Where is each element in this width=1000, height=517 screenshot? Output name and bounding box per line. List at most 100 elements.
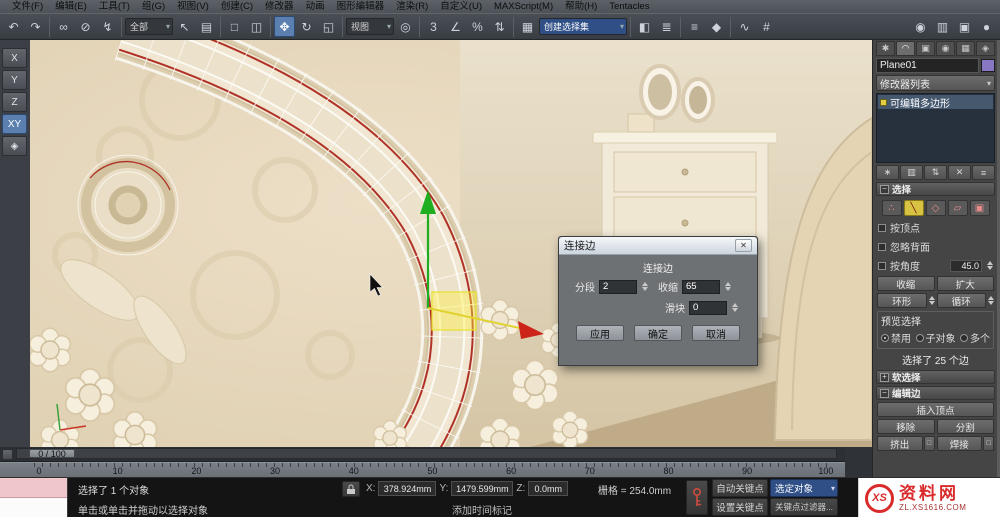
constraint-z-button[interactable]: Z [2,92,27,112]
connect-edges-dialog[interactable]: 连接边 ✕ 连接边 分段 2 收缩 65 滑块 0 应用 确定 取消 [558,236,758,366]
checkbox-icon[interactable] [878,223,886,232]
checkbox-icon[interactable] [878,242,886,251]
listener-macro-row[interactable] [0,478,67,498]
checkbox-icon[interactable] [878,261,886,270]
track-bar[interactable]: 0 10 20 30 40 50 60 70 80 90 100 [0,462,845,477]
rollout-soft-selection-header[interactable]: + 软选择 [876,370,995,384]
ignore-backfacing-checkbox[interactable]: 忽略背面 [876,238,995,255]
named-selection-sets-dropdown[interactable]: 创建选择集 [539,18,627,35]
y-coordinate-field[interactable]: 1479.599mm [451,481,514,496]
constraint-xy-button[interactable]: XY [2,114,27,134]
tab-motion-icon[interactable]: ◉ [936,41,955,56]
ok-button[interactable]: 确定 [634,325,682,341]
close-icon[interactable]: ✕ [735,239,752,252]
show-end-result-icon[interactable]: ▥ [900,165,923,180]
grow-button[interactable]: 扩大 [936,276,994,291]
weld-settings-icon[interactable]: □ [983,436,994,451]
cancel-button[interactable]: 取消 [692,325,740,341]
mirror-icon[interactable]: ◧ [634,16,655,37]
spinner-icon[interactable] [642,282,648,291]
menubar-item[interactable]: MAXScript(M) [488,0,559,13]
x-coordinate-field[interactable]: 378.924mm [378,481,437,496]
select-and-link-icon[interactable]: ∞ [53,16,74,37]
spinner-icon[interactable] [988,296,994,305]
shrink-button[interactable]: 收缩 [877,276,935,291]
tab-create-icon[interactable]: ✱ [876,41,895,56]
element-subobject-icon[interactable]: ▣ [969,200,990,216]
constraint-plane-icon[interactable]: ◈ [2,136,27,156]
select-by-name-icon[interactable]: ▤ [196,16,217,37]
split-button[interactable]: 分割 [936,419,994,434]
spinner-icon[interactable] [725,282,731,291]
apply-button[interactable]: 应用 [576,325,624,341]
pin-stack-icon[interactable]: ∗ [876,165,899,180]
menubar-item[interactable]: 渲染(R) [390,0,434,13]
remove-modifier-icon[interactable]: ✕ [948,165,971,180]
object-name-field[interactable]: Plane01 [876,58,979,73]
redo-icon[interactable]: ↷ [25,16,46,37]
tab-hierarchy-icon[interactable]: ▣ [916,41,935,56]
edge-subobject-icon[interactable]: ╲ [903,200,924,216]
stack-item-editable-poly[interactable]: 可编辑多边形 [878,95,993,110]
align-icon[interactable]: ≣ [656,16,677,37]
angle-snap-icon[interactable]: ∠ [445,16,466,37]
preview-disabled-radio[interactable]: 禁用 [881,330,911,345]
menubar-item[interactable]: 动画 [300,0,331,13]
by-angle-field[interactable]: 45.0 [950,259,982,272]
radio-icon[interactable] [960,333,968,342]
ring-button[interactable]: 环形 [877,293,927,308]
perspective-viewport[interactable]: 连接边 ✕ 连接边 分段 2 收缩 65 滑块 0 应用 确定 取消 [30,40,872,447]
edit-named-sets-icon[interactable]: ▦ [517,16,538,37]
render-production-icon[interactable]: ● [976,16,997,37]
menubar-item[interactable]: 组(G) [136,0,171,13]
maxscript-mini-listener[interactable] [0,478,68,517]
insert-vertex-button[interactable]: 插入顶点 [877,402,994,417]
material-editor-icon[interactable]: ◉ [910,16,931,37]
ribbon-toggle-icon[interactable]: ◆ [706,16,727,37]
menubar-item[interactable]: 创建(C) [215,0,259,13]
curve-editor-icon[interactable]: ∿ [734,16,755,37]
auto-key-button[interactable]: 自动关键点 [712,479,768,497]
menubar-item[interactable]: 修改器 [259,0,300,13]
listener-script-row[interactable] [0,498,67,517]
constraint-x-button[interactable]: X [2,48,27,68]
slide-field[interactable]: 0 [689,300,727,315]
weld-button[interactable]: 焊接 [936,436,982,451]
by-vertex-checkbox[interactable]: 按顶点 [876,219,995,236]
remove-button[interactable]: 移除 [877,419,935,434]
polygon-subobject-icon[interactable]: ▱ [947,200,968,216]
rollout-selection-header[interactable]: − 选择 [876,182,995,196]
rollout-edit-edges-header[interactable]: − 编辑边 [876,386,995,400]
snaps-toggle-icon[interactable]: 3 [423,16,444,37]
rendered-frame-icon[interactable]: ▣ [954,16,975,37]
menubar-item[interactable]: 编辑(E) [49,0,93,13]
reference-coordinate-dropdown[interactable]: 视图 [346,18,394,35]
modifier-stack[interactable]: 可编辑多边形 [876,93,995,163]
by-angle-checkbox[interactable]: 按角度 45.0 [876,257,995,274]
set-keys-icon[interactable] [686,480,708,515]
radio-icon[interactable] [881,333,889,342]
vertex-subobject-icon[interactable]: ∴ [881,200,902,216]
time-slider-handle[interactable]: 0 / 100 [29,449,75,459]
add-time-tag[interactable]: 添加时间标记 [452,502,512,517]
menubar-item[interactable]: Tentacles [603,0,655,13]
extrude-settings-icon[interactable]: □ [923,436,935,451]
make-unique-icon[interactable]: ⇅ [924,165,947,180]
time-slider-left-button[interactable] [2,449,13,460]
rectangular-region-icon[interactable]: □ [224,16,245,37]
selected-set-dropdown[interactable]: 选定对象 [770,479,838,497]
layer-manager-icon[interactable]: ≡ [684,16,705,37]
window-crossing-icon[interactable]: ◫ [246,16,267,37]
unlink-selection-icon[interactable]: ⊘ [75,16,96,37]
menubar-item[interactable]: 自定义(U) [434,0,488,13]
spinner-snap-icon[interactable]: ⇅ [489,16,510,37]
select-object-icon[interactable]: ↖ [174,16,195,37]
tab-utilities-icon[interactable]: ◈ [976,41,995,56]
spinner-icon[interactable] [987,261,993,270]
loop-button[interactable]: 循环 [936,293,986,308]
set-key-button[interactable]: 设置关键点 [712,498,768,516]
tab-display-icon[interactable]: ▦ [956,41,975,56]
object-color-swatch[interactable] [981,59,995,72]
menubar-item[interactable]: 文件(F) [6,0,49,13]
configure-modifier-sets-icon[interactable]: ≡ [972,165,995,180]
